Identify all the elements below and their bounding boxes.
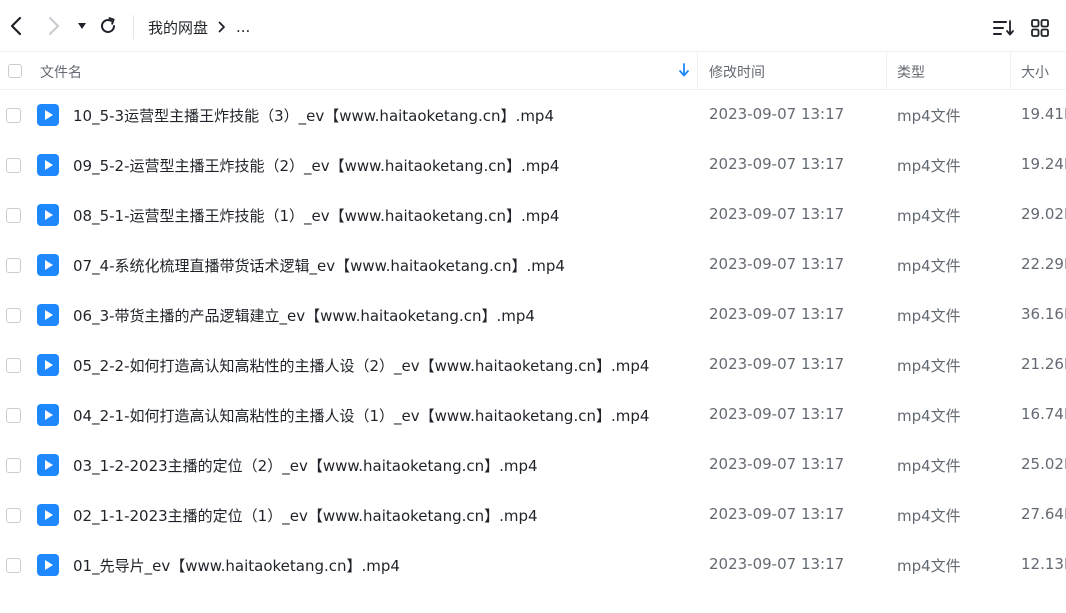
video-file-icon — [37, 304, 59, 330]
file-row[interactable]: 01_先导片_ev【www.haitaoketang.cn】.mp4 2023-… — [0, 540, 1066, 590]
select-all-checkbox[interactable] — [8, 64, 22, 78]
video-file-icon — [37, 104, 59, 130]
file-size: 12.13M — [1021, 555, 1066, 573]
file-row-checkbox[interactable] — [6, 108, 21, 123]
file-row-checkbox[interactable] — [6, 408, 21, 423]
video-file-icon — [37, 354, 59, 380]
file-row[interactable]: 06_3-带货主播的产品逻辑建立_ev【www.haitaoketang.cn】… — [0, 290, 1066, 340]
file-mtime: 2023-09-07 13:17 — [709, 305, 845, 323]
grid-view-icon[interactable] — [1028, 16, 1052, 40]
file-size: 16.74M — [1021, 405, 1066, 423]
video-file-icon — [37, 254, 59, 280]
sort-down-arrow-icon[interactable] — [678, 63, 690, 81]
toolbar-divider — [133, 15, 134, 39]
file-row[interactable]: 05_2-2-如何打造高认知高粘性的主播人设（2）_ev【www.haitaok… — [0, 340, 1066, 390]
file-size: 22.29M — [1021, 255, 1066, 273]
file-name[interactable]: 03_1-2-2023主播的定位（2）_ev【www.haitaoketang.… — [73, 455, 538, 476]
file-row-checkbox[interactable] — [6, 558, 21, 573]
file-row-checkbox[interactable] — [6, 208, 21, 223]
column-header-type[interactable]: 类型 — [897, 62, 925, 82]
file-row[interactable]: 04_2-1-如何打造高认知高粘性的主播人设（1）_ev【www.haitaok… — [0, 390, 1066, 440]
file-type: mp4文件 — [897, 357, 961, 375]
file-size: 29.02M — [1021, 205, 1066, 223]
file-name[interactable]: 04_2-1-如何打造高认知高粘性的主播人设（1）_ev【www.haitaok… — [73, 405, 649, 426]
file-type: mp4文件 — [897, 257, 961, 275]
video-file-icon — [37, 404, 59, 430]
file-mtime: 2023-09-07 13:17 — [709, 405, 845, 423]
column-divider[interactable] — [886, 52, 887, 90]
file-type: mp4文件 — [897, 407, 961, 425]
file-name[interactable]: 06_3-带货主播的产品逻辑建立_ev【www.haitaoketang.cn】… — [73, 305, 535, 326]
file-row[interactable]: 07_4-系统化梳理直播带货话术逻辑_ev【www.haitaoketang.c… — [0, 240, 1066, 290]
file-row[interactable]: 09_5-2-运营型主播王炸技能（2）_ev【www.haitaoketang.… — [0, 140, 1066, 190]
breadcrumb-ellipsis[interactable]: ... — [236, 18, 250, 36]
file-size: 19.41M — [1021, 105, 1066, 123]
list-header: 文件名 修改时间 类型 大小 — [0, 52, 1066, 90]
column-divider[interactable] — [1010, 52, 1011, 90]
breadcrumb-root[interactable]: 我的网盘 — [148, 17, 208, 38]
refresh-icon[interactable] — [96, 14, 120, 38]
file-name[interactable]: 10_5-3运营型主播王炸技能（3）_ev【www.haitaoketang.c… — [73, 105, 554, 126]
file-size: 19.24M — [1021, 155, 1066, 173]
file-row[interactable]: 02_1-1-2023主播的定位（1）_ev【www.haitaoketang.… — [0, 490, 1066, 540]
file-row-checkbox[interactable] — [6, 258, 21, 273]
file-mtime: 2023-09-07 13:17 — [709, 555, 845, 573]
video-file-icon — [37, 554, 59, 580]
video-file-icon — [37, 504, 59, 530]
file-size: 21.26M — [1021, 355, 1066, 373]
file-type: mp4文件 — [897, 157, 961, 175]
column-header-mtime[interactable]: 修改时间 — [709, 62, 765, 82]
file-type: mp4文件 — [897, 307, 961, 325]
file-name[interactable]: 02_1-1-2023主播的定位（1）_ev【www.haitaoketang.… — [73, 505, 538, 526]
file-row[interactable]: 03_1-2-2023主播的定位（2）_ev【www.haitaoketang.… — [0, 440, 1066, 490]
file-row-checkbox[interactable] — [6, 308, 21, 323]
file-mtime: 2023-09-07 13:17 — [709, 255, 845, 273]
sort-order-icon[interactable] — [992, 16, 1016, 40]
file-name[interactable]: 08_5-1-运营型主播王炸技能（1）_ev【www.haitaoketang.… — [73, 205, 559, 226]
video-file-icon — [37, 454, 59, 480]
file-mtime: 2023-09-07 13:17 — [709, 105, 845, 123]
toolbar: 我的网盘 ... — [0, 0, 1066, 52]
file-type: mp4文件 — [897, 107, 961, 125]
file-name[interactable]: 09_5-2-运营型主播王炸技能（2）_ev【www.haitaoketang.… — [73, 155, 559, 176]
file-name[interactable]: 07_4-系统化梳理直播带货话术逻辑_ev【www.haitaoketang.c… — [73, 255, 565, 276]
file-mtime: 2023-09-07 13:17 — [709, 155, 845, 173]
file-row-checkbox[interactable] — [6, 458, 21, 473]
file-mtime: 2023-09-07 13:17 — [709, 505, 845, 523]
column-header-name[interactable]: 文件名 — [40, 62, 82, 82]
column-header-size[interactable]: 大小 — [1021, 62, 1049, 82]
file-type: mp4文件 — [897, 457, 961, 475]
file-size: 25.02M — [1021, 455, 1066, 473]
video-file-icon — [37, 204, 59, 230]
file-mtime: 2023-09-07 13:17 — [709, 205, 845, 223]
file-name[interactable]: 05_2-2-如何打造高认知高粘性的主播人设（2）_ev【www.haitaok… — [73, 355, 649, 376]
file-row-checkbox[interactable] — [6, 358, 21, 373]
file-mtime: 2023-09-07 13:17 — [709, 355, 845, 373]
file-size: 36.16M — [1021, 305, 1066, 323]
file-type: mp4文件 — [897, 557, 961, 575]
breadcrumb: 我的网盘 ... — [148, 16, 250, 38]
file-type: mp4文件 — [897, 207, 961, 225]
file-row-checkbox[interactable] — [6, 508, 21, 523]
file-row-checkbox[interactable] — [6, 158, 21, 173]
file-size: 27.64M — [1021, 505, 1066, 523]
history-dropdown-icon[interactable] — [70, 14, 94, 38]
file-type: mp4文件 — [897, 507, 961, 525]
file-name[interactable]: 01_先导片_ev【www.haitaoketang.cn】.mp4 — [73, 555, 400, 576]
file-list: 10_5-3运营型主播王炸技能（3）_ev【www.haitaoketang.c… — [0, 90, 1066, 590]
chevron-right-icon — [218, 21, 226, 33]
back-arrow-icon[interactable] — [4, 14, 28, 38]
file-mtime: 2023-09-07 13:17 — [709, 455, 845, 473]
video-file-icon — [37, 154, 59, 180]
file-row[interactable]: 10_5-3运营型主播王炸技能（3）_ev【www.haitaoketang.c… — [0, 90, 1066, 140]
file-row[interactable]: 08_5-1-运营型主播王炸技能（1）_ev【www.haitaoketang.… — [0, 190, 1066, 240]
forward-arrow-icon[interactable] — [42, 14, 66, 38]
column-divider[interactable] — [697, 52, 698, 90]
